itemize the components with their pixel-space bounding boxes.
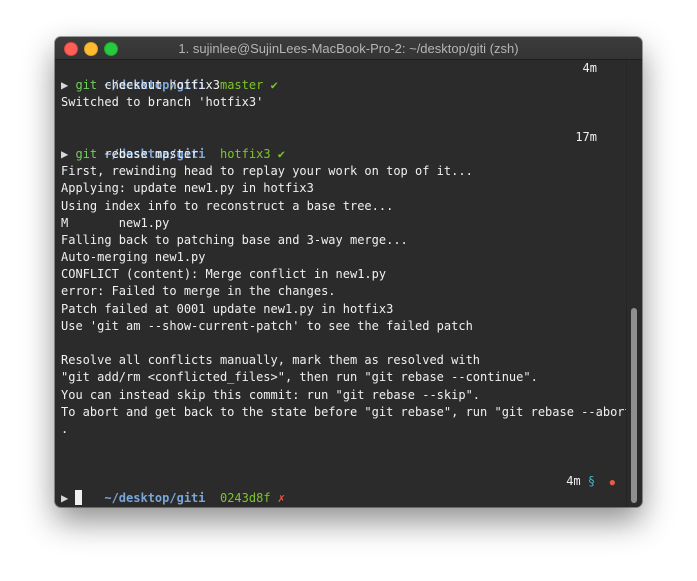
conflict-marker-icon: ● (609, 477, 615, 488)
rebase-section-icon: § (587, 473, 596, 488)
elapsed-time: 4m (582, 61, 597, 75)
window-title: 1. sujinlee@SujinLees-MacBook-Pro-2: ~/d… (178, 41, 519, 56)
terminal-content[interactable]: ~/desktop/giti master ✔ 4m ▶ git checkou… (61, 60, 639, 507)
command-name: git (75, 78, 98, 93)
scrollbar-thumb[interactable] (631, 308, 637, 503)
prompt-arrow-icon: ▶ (61, 78, 69, 93)
output-line: Resolve all conflicts manually, mark the… (61, 353, 481, 368)
command-name: git (75, 146, 98, 161)
title-bar[interactable]: 1. sujinlee@SujinLees-MacBook-Pro-2: ~/d… (55, 37, 642, 60)
output-line: Using index info to reconstruct a base t… (61, 198, 394, 213)
elapsed-time: 4m (566, 473, 581, 488)
output-line: Switched to branch 'hotfix3' (61, 95, 264, 110)
output-line: . (61, 421, 69, 436)
output-line: Applying: update new1.py in hotfix3 (61, 181, 314, 196)
prompt-line: ~/desktop/giti hotfix3 ✔ 17m (61, 129, 623, 161)
output-line: error: Failed to merge in the changes. (61, 284, 336, 299)
command-args: checkout hotfix3 (104, 78, 220, 93)
output-line: Use 'git am --show-current-patch' to see… (61, 318, 473, 333)
scrollbar[interactable] (626, 60, 642, 507)
terminal-window: 1. sujinlee@SujinLees-MacBook-Pro-2: ~/d… (55, 37, 642, 507)
command-line[interactable]: ▶ (61, 489, 623, 507)
prompt-line: ~/desktop/giti 0243d8f ✗ 4m § ● (61, 473, 623, 505)
command-line: ▶ git rebase master (61, 146, 623, 163)
output-line: CONFLICT (content): Merge conflict in ne… (61, 267, 387, 282)
output-line: Falling back to patching base and 3-way … (61, 232, 408, 247)
prompt-line: ~/desktop/giti master ✔ 4m (61, 60, 623, 92)
output-line: You can instead skip this commit: run "g… (61, 387, 481, 402)
output-line: M new1.py (61, 215, 170, 230)
prompt-arrow-icon: ▶ (61, 146, 69, 161)
prompt-arrow-icon: ▶ (61, 490, 69, 505)
output-line: "git add/rm <conflicted_files>", then ru… (61, 370, 538, 385)
output-line: First, rewinding head to replay your wor… (61, 164, 473, 179)
output-line: To abort and get back to the state befor… (61, 404, 639, 419)
output-line: Patch failed at 0001 update new1.py in h… (61, 301, 394, 316)
command-line: ▶ git checkout hotfix3 (61, 77, 623, 94)
output-line: Auto-merging new1.py (61, 250, 206, 265)
elapsed-time: 17m (575, 129, 597, 144)
command-args: rebase master (104, 146, 199, 161)
text-cursor (75, 489, 83, 505)
